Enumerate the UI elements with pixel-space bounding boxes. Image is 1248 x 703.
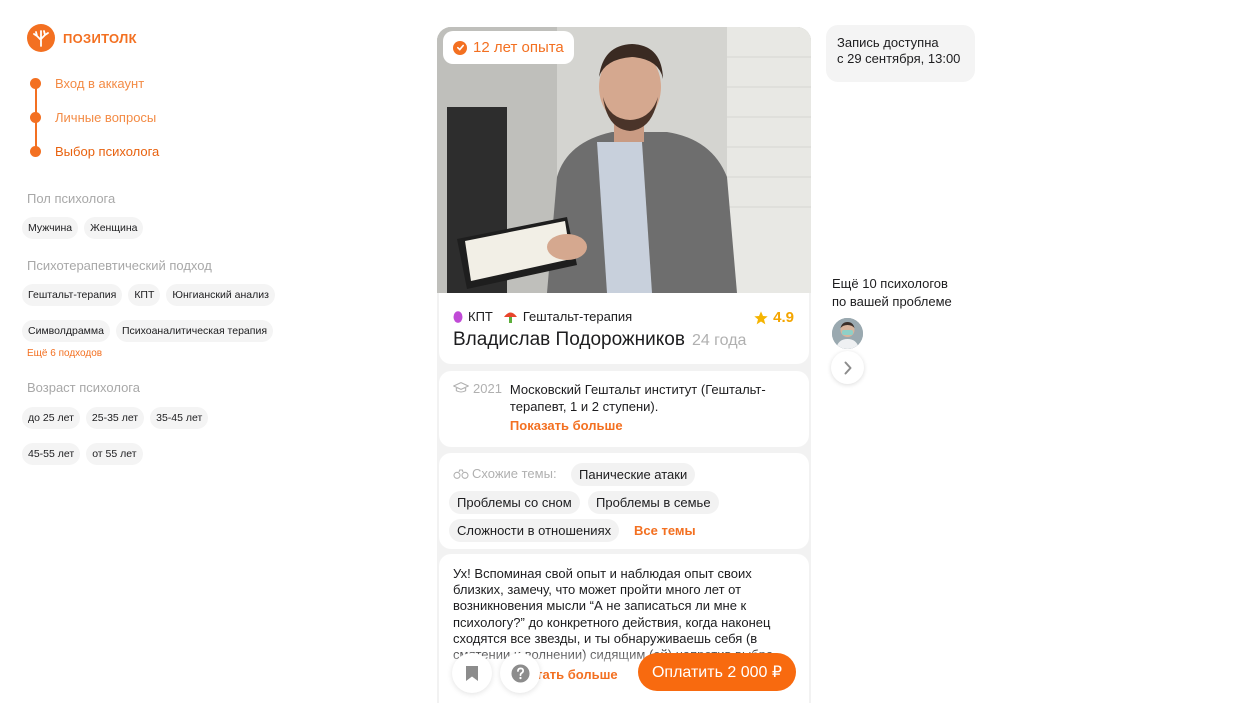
- star-icon: [754, 310, 768, 324]
- brand-logo[interactable]: позитолк: [27, 24, 137, 52]
- gender-filter-title: Пол психолога: [27, 191, 116, 206]
- method-cbt: КПТ: [453, 309, 493, 324]
- chip-cbt[interactable]: КПТ: [128, 284, 161, 306]
- similar-topics-label: Схожие темы:: [453, 466, 557, 481]
- psychologist-age: 24 года: [691, 332, 747, 349]
- bookmark-button[interactable]: [452, 653, 492, 693]
- more-psychologists-line-2: по вашей проблеме: [832, 293, 952, 309]
- bookmark-icon: [466, 665, 478, 681]
- education-year: 2021: [453, 381, 502, 437]
- education-text: Московский Гештальт институт (Гештальт-т…: [510, 381, 795, 437]
- psychologist-photo-illustration: [437, 27, 811, 293]
- psychologist-header: КПТ Гештальт-терапия 4.9 Владислав Подор…: [439, 293, 809, 364]
- topic-relationship-issues[interactable]: Сложности в отношениях: [449, 519, 620, 542]
- chip-age-45-55[interactable]: 45-55 лет: [22, 443, 81, 465]
- booking-availability: Запись доступна с 29 сентября, 13:00: [826, 25, 975, 82]
- more-psychologists-label: Ещё 10 психологов по вашей проблеме: [832, 275, 972, 310]
- age-filter-title: Возраст психолога: [27, 380, 140, 395]
- next-psychologist-avatar[interactable]: [832, 318, 863, 349]
- method-label: Гештальт-терапия: [522, 309, 633, 324]
- all-topics-link[interactable]: Все темы: [634, 523, 696, 538]
- topic-sleep-problems[interactable]: Проблемы со сном: [449, 491, 580, 514]
- approach-options-row-1: Гештальт-терапия КПТ Юнгианский анализ: [22, 284, 275, 306]
- method-label: КПТ: [468, 309, 493, 324]
- education-year-value: 2021: [473, 381, 502, 396]
- chevron-right-icon: [844, 361, 851, 374]
- step-choose-psychologist[interactable]: Выбор психолога: [30, 140, 159, 162]
- graduation-cap-icon: [453, 382, 469, 393]
- more-psychologists-line-1: Ещё 10 психологов: [832, 276, 948, 291]
- mushroom-icon: [503, 312, 517, 323]
- similar-topics-text: Схожие темы:: [472, 466, 557, 481]
- help-button[interactable]: [500, 653, 540, 693]
- next-psychologist-button[interactable]: [831, 351, 864, 384]
- verified-check-icon: [453, 40, 467, 55]
- topic-family-problems[interactable]: Проблемы в семье: [588, 491, 719, 514]
- chip-age-over-55[interactable]: от 55 лет: [86, 443, 143, 465]
- gender-options: Мужчина Женщина: [22, 217, 144, 239]
- step-dot-icon: [30, 145, 41, 157]
- education-block: 2021 Московский Гештальт институт (Гешта…: [439, 371, 809, 447]
- chip-jungian[interactable]: Юнгианский анализ: [166, 284, 275, 306]
- name-row: Владислав Подорожников 24 года: [453, 329, 795, 351]
- brand-name: позитолк: [63, 27, 137, 48]
- chip-gestalt[interactable]: Гештальт-терапия: [22, 284, 123, 306]
- experience-badge: 12 лет опыта: [443, 31, 574, 64]
- step-dot-icon: [30, 111, 41, 123]
- chip-age-under-25[interactable]: до 25 лет: [22, 407, 80, 429]
- step-label: Личные вопросы: [55, 109, 157, 125]
- psychologist-card: 12 лет опыта КПТ Гештальт-терапия 4.9 Вл…: [437, 27, 811, 703]
- chip-symboldrama[interactable]: Символдрамма: [22, 320, 110, 342]
- step-label: Вход в аккаунт: [55, 75, 145, 91]
- topic-panic-attacks[interactable]: Панические атаки: [571, 463, 696, 486]
- booking-line-1: Запись доступна: [837, 35, 939, 50]
- age-options-row-1: до 25 лет 25-35 лет 35-45 лет: [22, 407, 209, 429]
- progress-steps: Вход в аккаунт Личные вопросы Выбор псих…: [30, 72, 159, 174]
- chip-male[interactable]: Мужчина: [22, 217, 79, 239]
- booking-line-2: с 29 сентября, 13:00: [837, 50, 961, 66]
- chip-psychoanalytic[interactable]: Психоаналитическая терапия: [115, 320, 274, 342]
- similar-topics-block: Схожие темы: Панические атаки Проблемы с…: [439, 453, 809, 549]
- more-approaches-link[interactable]: Ещё 6 подходов: [27, 348, 102, 359]
- chip-female[interactable]: Женщина: [84, 217, 144, 239]
- approach-filter-title: Психотерапевтический подход: [27, 258, 212, 273]
- step-login[interactable]: Вход в аккаунт: [30, 72, 159, 94]
- approach-options-row-2: Символдрамма Психоаналитическая терапия: [22, 320, 274, 342]
- purple-egg-icon: [453, 311, 463, 323]
- method-gestalt: Гештальт-терапия: [503, 309, 632, 324]
- question-icon: [510, 663, 530, 683]
- show-more-education-link[interactable]: Показать больше: [510, 417, 795, 434]
- education-description: Московский Гештальт институт (Гештальт-т…: [509, 382, 766, 414]
- methods-list: КПТ Гештальт-терапия: [453, 309, 795, 324]
- experience-label: 12 лет опыта: [473, 39, 564, 56]
- binoculars-icon: [453, 468, 469, 479]
- step-personal-questions[interactable]: Личные вопросы: [30, 106, 159, 128]
- tree-logo-icon: [27, 24, 55, 52]
- rating: 4.9: [753, 309, 794, 326]
- age-options-row-2: 45-55 лет от 55 лет: [22, 443, 143, 465]
- step-label: Выбор психолога: [55, 143, 160, 159]
- psychologist-photo: 12 лет опыта: [437, 27, 811, 293]
- pay-button[interactable]: Оплатить 2 000 ₽: [638, 653, 796, 691]
- chip-age-35-45[interactable]: 35-45 лет: [150, 407, 209, 429]
- rating-value: 4.9: [773, 309, 794, 326]
- chip-age-25-35[interactable]: 25-35 лет: [85, 407, 145, 429]
- step-dot-icon: [30, 77, 41, 89]
- psychologist-name: Владислав Подорожников: [453, 329, 685, 350]
- avatar-image: [832, 318, 863, 349]
